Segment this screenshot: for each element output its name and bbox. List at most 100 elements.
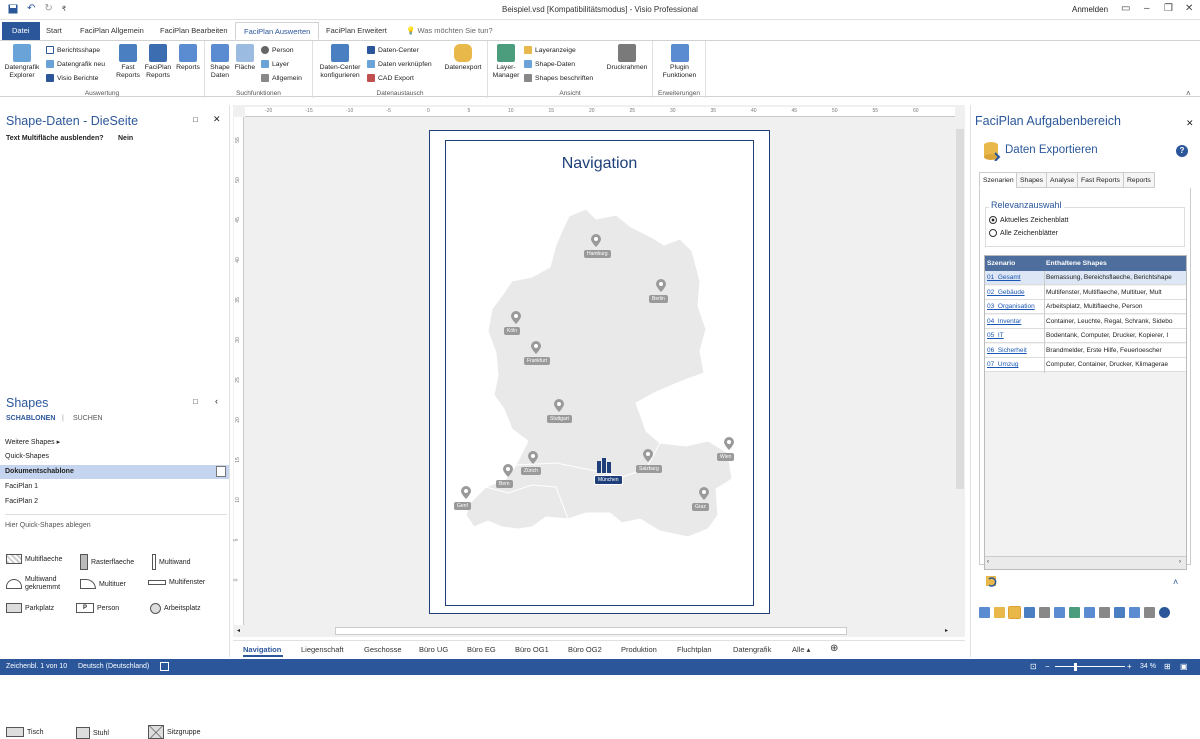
add-sheet-icon[interactable]: ⊕ [830, 643, 838, 654]
zoom-slider-thumb[interactable] [1074, 663, 1078, 671]
quick-shape-sitzgruppe[interactable]: Sitzgruppe [148, 725, 200, 739]
layer-search-button[interactable]: Layer [261, 60, 289, 68]
sheet-tab-buero-ug[interactable]: Büro UG [419, 645, 448, 654]
quick-shape-parkplatz[interactable]: Parkplatz [6, 603, 54, 613]
page-indicator[interactable]: Zeichenbl. 1 von 10 [6, 663, 67, 670]
fast-reports-button[interactable]: Fast Reports [114, 44, 142, 80]
table-scroll-right-icon[interactable]: › [1179, 559, 1181, 565]
radio-alle-zeichenblaetter[interactable]: Alle Zeichenblätter [989, 229, 1058, 237]
city-label[interactable]: Zürich [521, 467, 541, 475]
layer-manager-button[interactable]: Layer-Manager [490, 44, 522, 80]
report-icon[interactable] [1039, 607, 1050, 618]
map-pin-icon[interactable] [554, 399, 564, 412]
map-pin-icon[interactable] [699, 487, 709, 500]
quick-shape-multituer[interactable]: Multituer [80, 579, 126, 589]
stencil-menu-icon[interactable] [216, 466, 226, 477]
map-pin-icon[interactable] [461, 486, 471, 499]
export-icon[interactable] [1008, 606, 1021, 619]
horizontal-scroll-thumb[interactable] [335, 627, 847, 635]
collapse-ribbon-icon[interactable]: ˄ [1186, 89, 1191, 98]
quick-shape-stuhl[interactable]: Stuhl [76, 727, 109, 739]
tab-schablonen[interactable]: SCHABLONEN [6, 415, 55, 422]
building-icon[interactable] [596, 457, 612, 473]
shape-daten-search-button[interactable]: Shape Daten [208, 44, 232, 80]
faciplan-reports-button[interactable]: FaciPlan Reports [142, 44, 174, 80]
table-row[interactable]: 05_IT Bodentank, Computer, Drucker, Kopie… [985, 329, 1186, 343]
list-icon[interactable] [1024, 607, 1035, 618]
scroll-right-icon[interactable]: ▸ [945, 627, 948, 634]
map-pin-icon[interactable] [531, 341, 541, 354]
scenario-link[interactable]: 01_Gesamt [987, 274, 1021, 281]
radio-aktuelles-zeichenblatt[interactable]: Aktuelles Zeichenblatt [989, 216, 1068, 224]
quick-shape-multiwand-gekruemmt[interactable]: Multiwand gekruemmt [6, 576, 70, 592]
city-label[interactable]: Köln [504, 327, 521, 335]
scenario-link[interactable]: 03_Organisation [987, 303, 1035, 310]
scenario-link[interactable]: 05_IT [987, 332, 1004, 339]
cad-export-button[interactable]: CAD Export [367, 74, 414, 82]
quick-shape-multifenster[interactable]: Multifenster [148, 579, 205, 586]
stencil-dokumentschablone[interactable]: Dokumentschablone [5, 468, 74, 475]
sheet-tab-buero-og1[interactable]: Büro OG1 [515, 645, 549, 654]
help-icon[interactable]: ? [1176, 145, 1188, 157]
fit-page-icon[interactable]: ⊡ [1030, 662, 1037, 671]
zoom-slider-track[interactable] [1055, 666, 1125, 667]
city-label[interactable]: München [594, 475, 623, 485]
header-shapes[interactable]: Enthaltene Shapes [1046, 260, 1107, 267]
map-pin-icon[interactable] [724, 437, 734, 450]
stencil-faciplan-2[interactable]: FaciPlan 2 [5, 498, 38, 505]
horizontal-scrollbar[interactable]: ◂ ▸ [235, 626, 955, 636]
datengrafik-neu-button[interactable]: Datengrafik neu [46, 60, 105, 68]
allgemein-search-button[interactable]: Allgemein [261, 74, 302, 82]
tab-reports[interactable]: Reports [1123, 172, 1155, 188]
scenario-link[interactable]: 07_Umzug [987, 361, 1018, 368]
table-row[interactable]: 01_Gesamt Bemassung, Bereichsflaeche, Ber… [985, 271, 1186, 285]
header-szenario[interactable]: Szenario [987, 260, 1015, 267]
table-row[interactable]: 04_Inventar Container, Leuchte, Regal, Sc… [985, 314, 1186, 329]
reports-button[interactable]: Reports [174, 44, 202, 72]
map-pin-icon[interactable] [643, 449, 653, 462]
plugin-funktionen-button[interactable]: Plugin Funktionen [655, 44, 704, 80]
shapes-collapse-icon[interactable]: ‹ [215, 396, 218, 406]
scenario-link[interactable]: 06_Sicherheit [987, 347, 1027, 354]
minimize-icon[interactable]: – [1144, 3, 1150, 14]
berichtsshape-button[interactable]: Berichtsshape [46, 46, 100, 54]
tab-faciplan-bearbeiten[interactable]: FaciPlan Bearbeiten [152, 22, 236, 40]
zoom-fit-icon[interactable]: ⊞ [1164, 662, 1171, 671]
switch-windows-icon[interactable]: ▣ [1180, 662, 1188, 671]
shapes-restore-icon[interactable]: □ [193, 397, 198, 406]
scenario-link[interactable]: 04_Inventar [987, 318, 1021, 325]
sheet-tab-all[interactable]: Alle ▴ [792, 645, 810, 654]
map-pin-icon[interactable] [591, 234, 601, 247]
shape-data-value[interactable]: Nein [118, 135, 133, 142]
tab-start[interactable]: Start [38, 22, 70, 40]
vertical-scroll-thumb[interactable] [956, 129, 964, 489]
info-icon[interactable] [1159, 607, 1170, 618]
drawing-page[interactable]: Navigation Hamburg Berlin Köln Frankfurt Stu… [429, 130, 770, 614]
filter-icon[interactable] [1129, 607, 1140, 618]
quick-shape-multiwand[interactable]: Multiwand [152, 554, 191, 570]
sheet-tab-navigation[interactable]: Navigation [243, 645, 281, 654]
city-label[interactable]: Hamburg [584, 250, 611, 258]
shape-daten-view-button[interactable]: Shape-Daten [524, 60, 575, 68]
sheet-tab-liegenschaft[interactable]: Liegenschaft [301, 645, 344, 654]
zoom-in-icon[interactable]: + [1127, 662, 1132, 671]
collapse-up-icon[interactable]: ˄ [1173, 577, 1178, 587]
daten-center-konfigurieren-button[interactable]: Daten-Center konfigurieren [315, 44, 365, 80]
quick-shape-person[interactable]: P Person [76, 603, 119, 613]
close-icon[interactable]: ✕ [1185, 3, 1193, 14]
datengrafik-explorer-button[interactable]: Datengrafik Explorer [3, 44, 41, 80]
ribbon-display-icon[interactable]: ▭ [1121, 3, 1130, 14]
more-shapes[interactable]: Weitere Shapes ▸ [5, 438, 60, 446]
stencil-faciplan-1[interactable]: FaciPlan 1 [5, 483, 38, 490]
zoom-out-icon[interactable]: − [1045, 662, 1050, 671]
table-icon[interactable] [994, 607, 1005, 618]
signin-link[interactable]: Anmelden [1072, 5, 1108, 14]
tab-faciplan-auswerten[interactable]: FaciPlan Auswerten [235, 22, 320, 40]
map-pin-icon[interactable] [511, 311, 521, 324]
druckrahmen-button[interactable]: Druckrahmen [603, 44, 651, 72]
map-pin-icon[interactable] [656, 279, 666, 292]
tab-fast-reports[interactable]: Fast Reports [1077, 172, 1124, 188]
city-label[interactable]: Frankfurt [524, 357, 551, 365]
table-row[interactable]: 03_Organisation Arbeitsplatz, Multiflaech… [985, 300, 1186, 314]
search-icon[interactable] [1054, 607, 1065, 618]
